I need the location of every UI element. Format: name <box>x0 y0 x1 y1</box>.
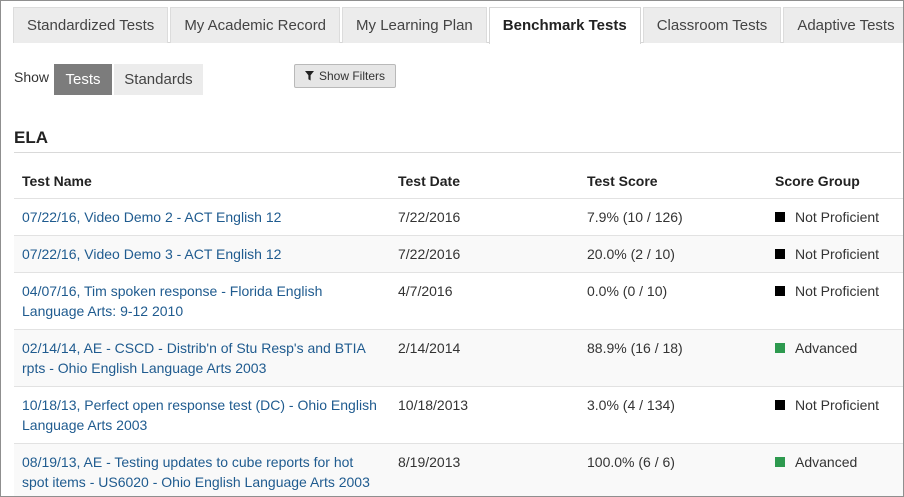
column-header-test-score: Test Score <box>587 172 658 189</box>
tab-my-learning-plan[interactable]: My Learning Plan <box>342 7 487 43</box>
section-divider <box>14 152 901 153</box>
table-header: Test Name Test Date Test Score Score Gro… <box>14 163 903 199</box>
table-row: 10/18/13, Perfect open response test (DC… <box>14 387 903 444</box>
test-score: 7.9% (10 / 126) <box>587 209 683 225</box>
table-row: 08/19/13, AE - Testing updates to cube r… <box>14 444 903 496</box>
column-header-score-group: Score Group <box>775 172 860 189</box>
tab-adaptive-tests[interactable]: Adaptive Tests <box>783 7 903 43</box>
column-header-test-date: Test Date <box>398 172 460 189</box>
tab-bar: Standardized Tests My Academic Record My… <box>13 7 903 44</box>
show-filters-button[interactable]: Show Filters <box>294 64 396 88</box>
table-row: 02/14/14, AE - CSCD - Distrib'n of Stu R… <box>14 330 903 387</box>
table-row: 04/07/16, Tim spoken response - Florida … <box>14 273 903 330</box>
test-name-link[interactable]: 07/22/16, Video Demo 2 - ACT English 12 <box>22 209 281 225</box>
test-name-link[interactable]: 08/19/13, AE - Testing updates to cube r… <box>22 454 370 490</box>
test-date: 7/22/2016 <box>398 209 461 225</box>
table-row: 07/22/16, Video Demo 2 - ACT English 12 … <box>14 199 903 236</box>
test-score: 100.0% (6 / 6) <box>587 454 675 470</box>
test-score: 3.0% (4 / 134) <box>587 397 675 413</box>
score-group-swatch <box>775 400 785 410</box>
test-name-link[interactable]: 10/18/13, Perfect open response test (DC… <box>22 397 377 433</box>
show-label: Show <box>14 69 50 85</box>
test-score: 88.9% (16 / 18) <box>587 340 683 356</box>
score-group-label: Advanced <box>795 454 858 470</box>
test-name-link[interactable]: 04/07/16, Tim spoken response - Florida … <box>22 283 322 319</box>
table-row: 07/22/16, Video Demo 3 - ACT English 12 … <box>14 236 903 273</box>
test-name-link[interactable]: 07/22/16, Video Demo 3 - ACT English 12 <box>22 246 281 262</box>
score-group-label: Not Proficient <box>795 209 880 225</box>
score-group-swatch <box>775 212 785 222</box>
tab-classroom-tests[interactable]: Classroom Tests <box>642 7 782 43</box>
test-score: 0.0% (0 / 10) <box>587 283 668 299</box>
tab-standardized-tests[interactable]: Standardized Tests <box>13 7 169 43</box>
column-header-test-name: Test Name <box>22 172 92 189</box>
show-filters-label: Show Filters <box>318 69 386 83</box>
test-score: 20.0% (2 / 10) <box>587 246 675 262</box>
score-group-swatch <box>775 286 785 296</box>
score-group-swatch <box>775 249 785 259</box>
test-name-link[interactable]: 02/14/14, AE - CSCD - Distrib'n of Stu R… <box>22 340 365 376</box>
benchmark-tests-table: Test Name Test Date Test Score Score Gro… <box>14 163 903 496</box>
section-title: ELA <box>14 128 48 147</box>
test-date: 8/19/2013 <box>398 454 461 470</box>
tab-my-academic-record[interactable]: My Academic Record <box>170 7 341 43</box>
show-standards-toggle[interactable]: Standards <box>114 64 203 95</box>
app-frame: Standardized Tests My Academic Record My… <box>0 0 904 497</box>
show-tests-toggle[interactable]: Tests <box>54 64 112 95</box>
test-date: 7/22/2016 <box>398 246 461 262</box>
score-group-swatch <box>775 457 785 467</box>
score-group-label: Not Proficient <box>795 283 880 299</box>
test-date: 4/7/2016 <box>398 283 453 299</box>
score-group-label: Not Proficient <box>795 397 880 413</box>
score-group-label: Not Proficient <box>795 246 880 262</box>
score-group-swatch <box>775 343 785 353</box>
test-date: 10/18/2013 <box>398 397 469 413</box>
table-body: 07/22/16, Video Demo 2 - ACT English 12 … <box>14 199 903 496</box>
filter-icon <box>304 71 314 81</box>
score-group-label: Advanced <box>795 340 858 356</box>
tab-benchmark-tests[interactable]: Benchmark Tests <box>488 7 641 44</box>
test-date: 2/14/2014 <box>398 340 461 356</box>
